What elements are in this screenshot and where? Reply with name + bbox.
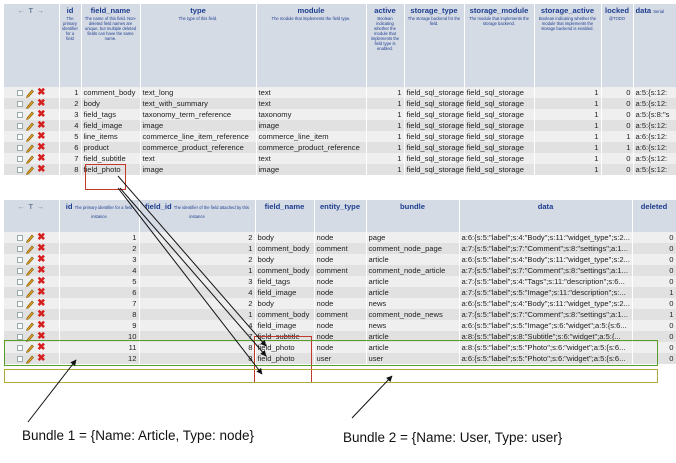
arrow-bundle1 bbox=[27, 359, 77, 423]
arrow-bundle2 bbox=[351, 375, 393, 419]
bundle1-caption: Bundle 1 = {Name: Article, Type: node} bbox=[22, 428, 255, 443]
annotation-arrows bbox=[27, 175, 393, 423]
arrow-subtitle-to-instance bbox=[117, 175, 267, 347]
arrow-photo-to-instance-12 bbox=[117, 187, 263, 375]
screenshot-stage: ← T → id The primary identifier for a fie… bbox=[0, 0, 676, 463]
bundle2-caption: Bundle 2 = {Name: User, Type: user} bbox=[343, 430, 563, 445]
arrow-photo-to-instance-11 bbox=[119, 187, 267, 357]
